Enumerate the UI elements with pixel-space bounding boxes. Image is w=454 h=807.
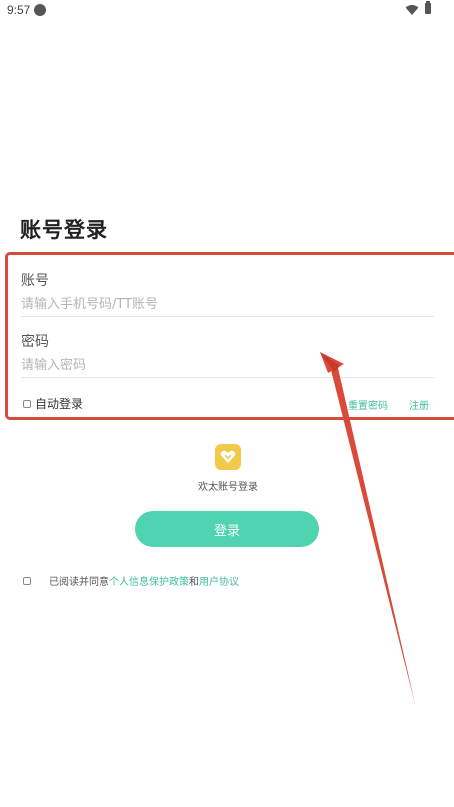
battery-icon xyxy=(425,1,431,14)
status-bar: 9:57 xyxy=(0,0,454,22)
alt-login-option[interactable]: 欢太账号登录 xyxy=(196,444,260,493)
agreement-checkbox[interactable] xyxy=(23,576,31,585)
heart-icon xyxy=(220,450,236,463)
register-link[interactable]: 注册 xyxy=(409,397,429,412)
user-agreement-link[interactable]: 用户协议 xyxy=(199,573,239,588)
account-label: 账号 xyxy=(21,273,49,289)
login-button[interactable]: 登录 xyxy=(135,511,319,547)
alt-login-label: 欢太账号登录 xyxy=(198,482,258,493)
notification-dot-icon xyxy=(34,4,46,16)
reset-password-link[interactable]: 重置密码 xyxy=(348,397,388,412)
wifi-icon xyxy=(405,5,419,15)
auto-login-toggle[interactable]: 自动登录 xyxy=(23,395,83,412)
page-title: 账号登录 xyxy=(20,218,108,242)
agreement-prefix: 已阅读并同意 xyxy=(49,577,109,588)
password-label: 密码 xyxy=(21,334,49,350)
account-input[interactable] xyxy=(21,292,434,317)
heart-badge-icon[interactable] xyxy=(215,444,241,470)
agreement-conjunction: 和 xyxy=(189,577,199,588)
status-time: 9:57 xyxy=(7,3,31,17)
auto-login-label: 自动登录 xyxy=(35,397,84,411)
agreement-row: 已阅读并同意 个人信息保护政策 和 用户协议 xyxy=(23,573,239,588)
privacy-policy-link[interactable]: 个人信息保护政策 xyxy=(109,573,189,588)
auto-login-checkbox[interactable] xyxy=(23,399,31,408)
password-input[interactable] xyxy=(21,353,434,378)
